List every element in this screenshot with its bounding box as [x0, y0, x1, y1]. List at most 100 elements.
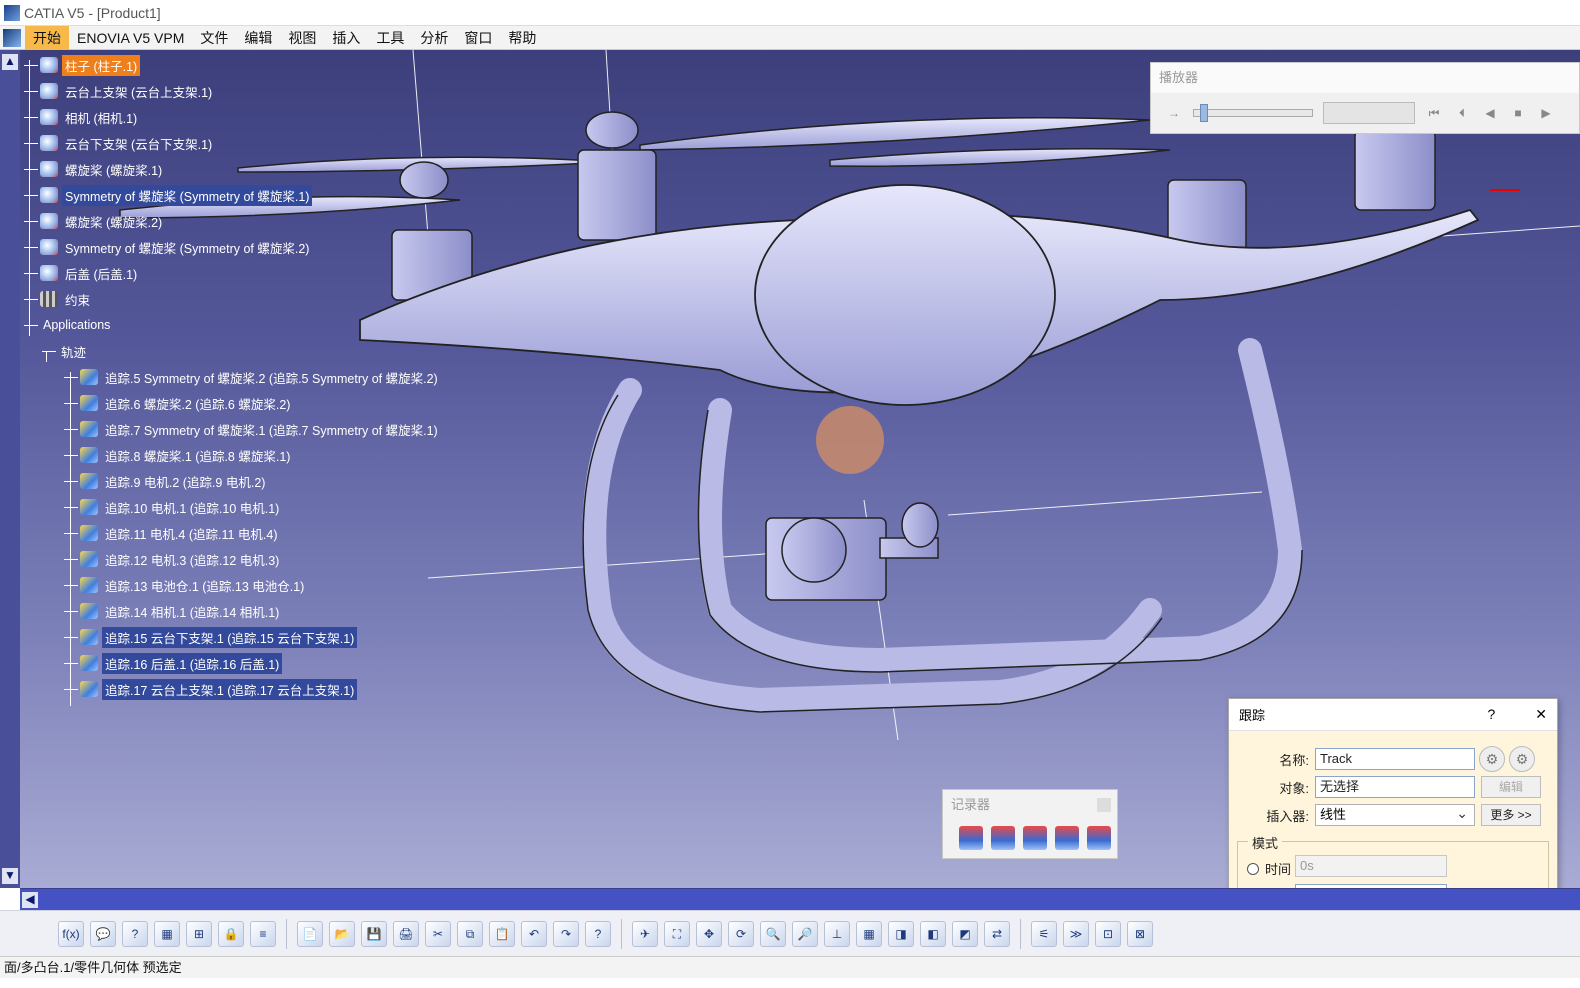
menu-window[interactable]: 窗口 — [456, 26, 500, 50]
track-node[interactable]: 追踪.9 电机.2 (追踪.9 电机.2) — [64, 470, 268, 492]
track-node[interactable]: 追踪.14 相机.1 (追踪.14 相机.1) — [64, 600, 282, 622]
formula-icon[interactable]: f(x) — [58, 920, 84, 947]
tree-node[interactable]: 云台下支架 (云台下支架.1) — [24, 132, 215, 154]
multi-view-icon[interactable]: ▦ — [856, 920, 882, 947]
menu-edit[interactable]: 编辑 — [236, 26, 280, 50]
lock-icon[interactable]: 🔒 — [218, 920, 244, 947]
param-icon-1[interactable]: ⚟ — [1031, 920, 1057, 947]
track-node[interactable]: 追踪.10 电机.1 (追踪.10 电机.1) — [64, 496, 282, 518]
select-track-icon[interactable]: ⚙ — [1479, 746, 1505, 772]
menu-tools[interactable]: 工具 — [368, 26, 412, 50]
tree-node[interactable]: 螺旋桨 (螺旋桨.1) — [24, 158, 165, 180]
iso-view-icon[interactable]: ◨ — [888, 920, 914, 947]
redo-icon[interactable]: ↷ — [553, 920, 579, 947]
knowledge-icon[interactable]: ? — [122, 920, 148, 947]
play-forward-icon[interactable]: ▶ — [1537, 104, 1555, 122]
table-icon[interactable]: ▦ — [154, 920, 180, 947]
tree-node[interactable]: 柱子 (柱子.1) — [24, 54, 141, 76]
shading-icon[interactable]: ◧ — [920, 920, 946, 947]
fly-mode-icon[interactable]: ✈ — [632, 920, 658, 947]
tree-node[interactable]: Applications — [24, 314, 113, 336]
object-input[interactable]: 无选择 — [1315, 776, 1475, 798]
tree-node[interactable]: 云台上支架 (云台上支架.1) — [24, 80, 215, 102]
track-node[interactable]: 追踪.6 螺旋桨.2 (追踪.6 螺旋桨.2) — [64, 392, 293, 414]
param-icon-3[interactable]: ⊡ — [1095, 920, 1121, 947]
rotate-icon[interactable]: ⟳ — [728, 920, 754, 947]
edit-button[interactable]: 编辑 — [1481, 776, 1541, 798]
horizontal-scrollbar[interactable]: ◀ — [20, 888, 1580, 910]
zoom-in-icon[interactable]: 🔍 — [760, 920, 786, 947]
player-toolbar: 播放器 → ⏮ ⏴ ◀ ■ ▶ — [1150, 62, 1580, 134]
tree-node[interactable]: 约束 — [24, 288, 93, 310]
tree-node[interactable]: 相机 (相机.1) — [24, 106, 140, 128]
whats-this-icon[interactable]: ? — [585, 920, 611, 947]
track-node[interactable]: 追踪.7 Symmetry of 螺旋桨.1 (追踪.7 Symmetry of… — [64, 418, 441, 440]
more-button[interactable]: 更多 >> — [1481, 804, 1541, 826]
track-node[interactable]: 追踪.11 电机.4 (追踪.11 电机.4) — [64, 522, 281, 544]
track-node[interactable]: 追踪.5 Symmetry of 螺旋桨.2 (追踪.5 Symmetry of… — [64, 366, 441, 388]
shuttle-icon[interactable]: ⚙ — [1509, 746, 1535, 772]
track-node[interactable]: 追踪.15 云台下支架.1 (追踪.15 云台下支架.1) — [64, 626, 358, 648]
hide-show-icon[interactable]: ◩ — [952, 920, 978, 947]
modify-position-icon[interactable] — [1023, 826, 1047, 850]
zoom-out-icon[interactable]: 🔎 — [792, 920, 818, 947]
scan-icon[interactable]: ≡ — [250, 920, 276, 947]
paste-icon[interactable]: 📋 — [489, 920, 515, 947]
copy-icon[interactable]: ⧉ — [457, 920, 483, 947]
swap-space-icon[interactable]: ⇄ — [984, 920, 1010, 947]
tree-node[interactable]: 后盖 (后盖.1) — [24, 262, 140, 284]
record-icon[interactable] — [959, 826, 983, 850]
player-step-select[interactable] — [1323, 102, 1415, 124]
pan-icon[interactable]: ✥ — [696, 920, 722, 947]
track-node[interactable]: 追踪.17 云台上支架.1 (追踪.17 云台上支架.1) — [64, 678, 358, 700]
menu-insert[interactable]: 插入 — [324, 26, 368, 50]
normal-view-icon[interactable]: ⊥ — [824, 920, 850, 947]
open-folder-icon[interactable]: 📂 — [329, 920, 355, 947]
param-icon-4[interactable]: ⊠ — [1127, 920, 1153, 947]
comment-icon[interactable]: 💬 — [90, 920, 116, 947]
player-slider[interactable] — [1193, 104, 1313, 122]
save-icon[interactable]: 💾 — [361, 920, 387, 947]
tree-icon[interactable]: ⊞ — [186, 920, 212, 947]
play-backward-icon[interactable]: ◀ — [1481, 104, 1499, 122]
slider-thumb[interactable] — [1200, 104, 1208, 122]
animate-viewpoint-icon[interactable] — [1087, 826, 1111, 850]
close-button[interactable]: ✕ — [1535, 706, 1547, 723]
tree-node[interactable]: Symmetry of 螺旋桨 (Symmetry of 螺旋桨.2) — [24, 236, 312, 258]
param-icon-2[interactable]: ≫ — [1063, 920, 1089, 947]
cut-icon[interactable]: ✂ — [425, 920, 451, 947]
record-position-icon[interactable] — [991, 826, 1015, 850]
vertical-scrollbar[interactable]: ▲ ▼ — [0, 50, 20, 888]
menu-start[interactable]: 开始 — [25, 25, 69, 50]
help-button[interactable]: ? — [1487, 706, 1495, 723]
skip-to-start-icon[interactable]: ⏮ — [1425, 104, 1443, 122]
menu-help[interactable]: 帮助 — [500, 26, 544, 50]
stop-icon[interactable]: ■ — [1509, 104, 1527, 122]
track-node[interactable]: 追踪.13 电池仓.1 (追踪.13 电池仓.1) — [64, 574, 307, 596]
time-input[interactable]: 0s — [1295, 855, 1447, 877]
scroll-left-icon[interactable]: ◀ — [22, 892, 38, 908]
tree-node[interactable]: 轨迹 — [42, 340, 89, 362]
close-icon[interactable] — [1097, 798, 1111, 812]
menu-file[interactable]: 文件 — [192, 26, 236, 50]
menu-view[interactable]: 视图 — [280, 26, 324, 50]
track-node[interactable]: 追踪.8 螺旋桨.1 (追踪.8 螺旋桨.1) — [64, 444, 293, 466]
scroll-down-icon[interactable]: ▼ — [2, 868, 18, 884]
track-node[interactable]: 追踪.12 电机.3 (追踪.12 电机.3) — [64, 548, 282, 570]
track-node[interactable]: 追踪.16 后盖.1 (追踪.16 后盖.1) — [64, 652, 283, 674]
print-icon[interactable]: 🖨 — [393, 920, 419, 947]
delete-position-icon[interactable] — [1055, 826, 1079, 850]
tree-node[interactable]: 螺旋桨 (螺旋桨.2) — [24, 210, 165, 232]
catia-logo-icon[interactable] — [3, 28, 21, 47]
time-radio[interactable]: 时间 — [1247, 859, 1291, 878]
menu-analyze[interactable]: 分析 — [412, 26, 456, 50]
interpolator-select[interactable]: 线性 — [1315, 803, 1475, 826]
tree-node[interactable]: Symmetry of 螺旋桨 (Symmetry of 螺旋桨.1) — [24, 184, 313, 206]
menu-enovia[interactable]: ENOVIA V5 VPM — [69, 28, 192, 48]
name-input[interactable]: Track — [1315, 748, 1475, 770]
new-file-icon[interactable]: 📄 — [297, 920, 323, 947]
scroll-up-icon[interactable]: ▲ — [2, 54, 18, 70]
fit-all-icon[interactable]: ⛶ — [664, 920, 690, 947]
undo-icon[interactable]: ↶ — [521, 920, 547, 947]
step-back-icon[interactable]: ⏴ — [1453, 104, 1471, 122]
